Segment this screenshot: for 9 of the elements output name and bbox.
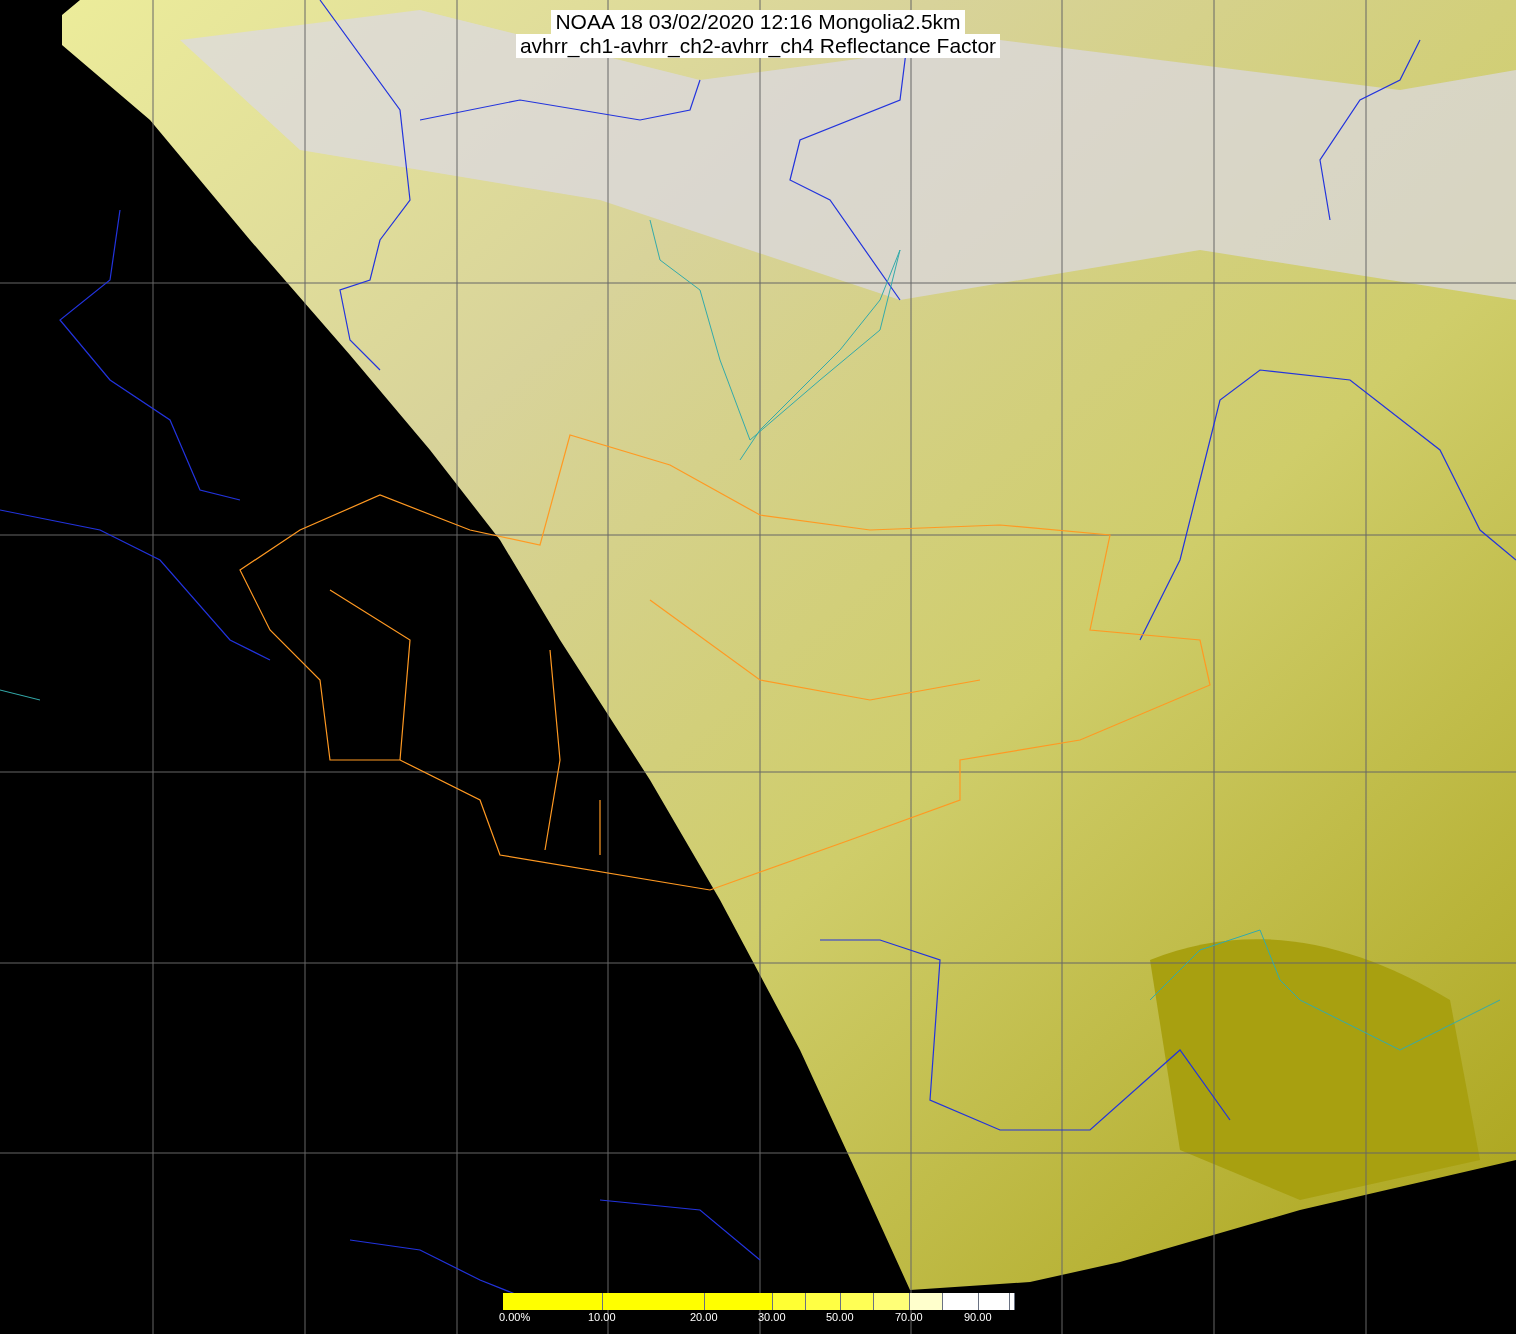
colorbar-label: 0.00% bbox=[499, 1310, 531, 1324]
colorbar-label: 30.00 bbox=[758, 1310, 786, 1324]
map-title: NOAA 18 03/02/2020 12:16 Mongolia2.5km bbox=[551, 10, 965, 34]
map-title: avhrr_ch1-avhrr_ch2-avhrr_ch4 Reflectance Factor bbox=[515, 34, 1001, 58]
colorbar-label: 70.00 bbox=[895, 1310, 923, 1324]
colorbar-label: 20.00 bbox=[690, 1310, 718, 1324]
colorbar-label: 10.00 bbox=[588, 1310, 616, 1324]
colorbar-label: 90.00 bbox=[964, 1310, 992, 1324]
colorbar-label: 50.00 bbox=[826, 1310, 854, 1324]
